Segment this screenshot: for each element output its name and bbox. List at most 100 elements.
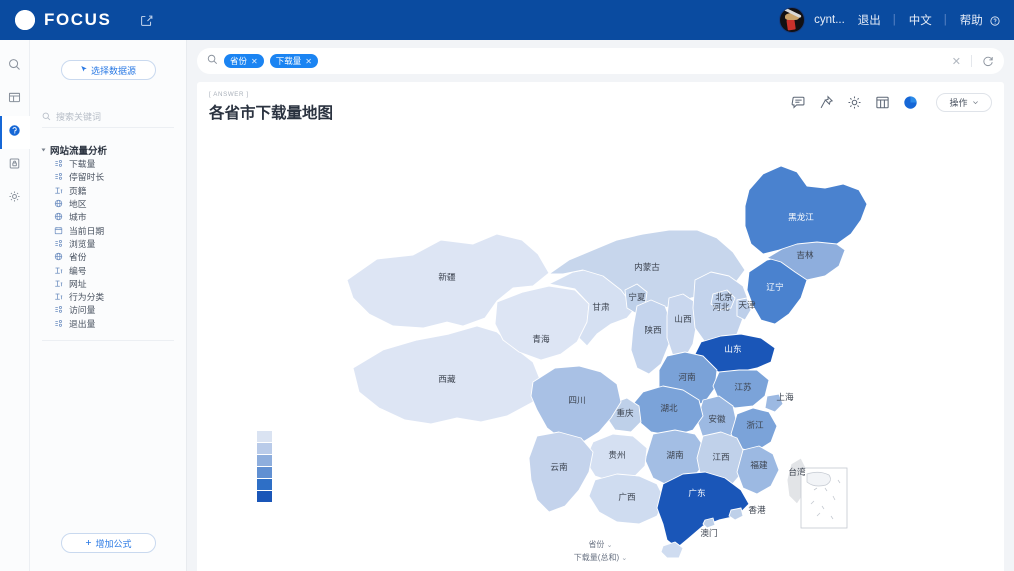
legend-swatch [257, 455, 272, 466]
axis-selectors: 省份 ⌄ 下载量(总和) ⌄ [197, 539, 1004, 565]
sidebar-item-pinboard[interactable] [0, 83, 30, 116]
help-label: 帮助 [959, 14, 983, 27]
field-label: 退出量 [69, 318, 96, 329]
search-bar[interactable]: 省份 ✕ 下载量 ✕ ✕ [197, 48, 1004, 74]
sidebar-item-settings[interactable] [0, 182, 30, 215]
measure-label: 下载量(总和) [573, 553, 620, 562]
region-黑龙江[interactable] [744, 165, 868, 255]
gear-icon[interactable] [847, 95, 862, 110]
operation-button[interactable]: 操作 [936, 93, 992, 112]
card-header: [ ANSWER ] 各省市下载量地图 操作 [197, 82, 1004, 128]
panel-search-row[interactable] [42, 106, 174, 128]
plus-icon [85, 538, 92, 548]
search-token-label: 省份 [230, 56, 248, 66]
dimension-label: 省份 [588, 540, 605, 549]
region-广西[interactable] [588, 473, 666, 525]
region-上海[interactable] [764, 393, 784, 413]
geo-field-icon [54, 199, 63, 208]
field-item[interactable]: 城市 [30, 210, 186, 223]
chevron-down-icon [41, 148, 46, 151]
geo-field-icon [54, 252, 63, 261]
region-四川[interactable] [530, 365, 622, 443]
choose-datasource-button[interactable]: 选择数据源 [60, 60, 156, 80]
sidebar-item-search[interactable] [0, 50, 30, 83]
field-item[interactable]: 网址 [30, 277, 186, 290]
field-item[interactable]: 浏览量 [30, 237, 186, 250]
region-福建[interactable] [736, 445, 780, 495]
search-token[interactable]: 下载量 ✕ [269, 54, 318, 68]
region-香港[interactable] [728, 507, 744, 521]
panel-divider [42, 339, 174, 341]
close-icon[interactable]: ✕ [251, 57, 258, 66]
add-formula-button[interactable]: 增加公式 [61, 533, 156, 553]
refresh-icon[interactable] [982, 55, 994, 67]
comment-icon[interactable] [791, 95, 806, 110]
china-choropleth-map[interactable]: 黑龙江吉林辽宁内蒙古北京天津河北山西山东河南江苏上海安徽浙江湖北湖南 江西福建广东… [197, 128, 1004, 571]
help-link[interactable]: 帮助 [960, 12, 1000, 29]
gear-icon [8, 190, 21, 208]
table-icon[interactable] [875, 95, 890, 110]
field-label: 网址 [69, 278, 87, 289]
field-item[interactable]: 行为分类 [30, 290, 186, 303]
chevron-down-icon [972, 98, 979, 108]
field-label: 浏览量 [69, 238, 96, 249]
divider [971, 55, 972, 67]
search-icon [207, 52, 218, 70]
data-panel: 选择数据源 网站流量分析 下载量停留时长页籍地区城市当前日期浏览量省份编号网址行… [30, 40, 187, 571]
close-icon[interactable]: ✕ [952, 55, 961, 68]
user-name[interactable]: cynt... [814, 14, 845, 26]
pin-icon[interactable] [819, 95, 834, 110]
measure-field-icon [54, 239, 63, 248]
legend-swatch [257, 467, 272, 478]
avatar[interactable] [779, 7, 806, 33]
sidebar-item-data[interactable] [0, 149, 30, 182]
search-token[interactable]: 省份 ✕ [224, 54, 264, 68]
logout-link[interactable]: 退出 [858, 12, 881, 28]
field-group-header[interactable]: 网站流量分析 [30, 142, 186, 157]
legend-swatch [257, 479, 272, 490]
legend-swatch [257, 431, 272, 442]
field-item[interactable]: 退出量 [30, 317, 186, 330]
south-china-sea-inset [800, 467, 848, 529]
sidebar-item-answers[interactable] [0, 116, 30, 149]
field-item[interactable]: 当前日期 [30, 223, 186, 236]
field-item[interactable]: 停留时长 [30, 170, 186, 183]
region-山西[interactable] [666, 293, 698, 359]
measure-selector[interactable]: 下载量(总和) ⌄ [197, 552, 1004, 565]
language-link[interactable]: 中文 [909, 12, 932, 28]
data-lock-icon [8, 157, 21, 175]
focus-logo-icon[interactable] [14, 9, 36, 31]
field-label: 停留时长 [69, 172, 105, 183]
measure-field-icon [54, 159, 63, 168]
main-content: 省份 ✕ 下载量 ✕ ✕ [ ANSWER ] 各省市下载量地图 操作 黑龙江 … [187, 40, 1014, 571]
field-item[interactable]: 页籍 [30, 184, 186, 197]
search-input[interactable] [56, 111, 174, 122]
chevron-down-icon: ⌄ [606, 542, 613, 549]
field-item[interactable]: 省份 [30, 250, 186, 263]
application-window: FOCUS cynt... 退出 | 中文 | 帮助 选择数据源 搜索关键词 网… [0, 0, 1014, 571]
search-icon [42, 108, 51, 126]
field-label: 省份 [69, 252, 87, 263]
attribute-field-icon [54, 279, 63, 288]
field-item[interactable]: 编号 [30, 263, 186, 276]
add-formula-label: 增加公式 [95, 538, 132, 549]
header-separator-2: | [943, 14, 947, 26]
field-item[interactable]: 访问量 [30, 303, 186, 316]
board-icon [8, 91, 21, 109]
card-toolbar: 操作 [791, 93, 992, 112]
date-field-icon [54, 226, 63, 235]
map-visualization: 黑龙江 吉林 辽宁 内蒙古 北京 天津 河北 山西 山东 河南 江苏 上海 安徽 浙江 湖北 湖南 江西 福建 广东… [197, 128, 1004, 571]
pie-chart-icon[interactable] [903, 95, 918, 110]
edit-square-icon[interactable] [140, 14, 153, 27]
field-label: 下载量 [69, 159, 96, 170]
field-item[interactable]: 地区 [30, 197, 186, 210]
cursor-icon [80, 65, 88, 75]
close-icon[interactable]: ✕ [305, 57, 312, 66]
region-云南[interactable] [528, 431, 594, 513]
header-separator-1: | [892, 14, 896, 26]
field-item[interactable]: 下载量 [30, 157, 186, 170]
dimension-selector[interactable]: 省份 ⌄ [197, 539, 1004, 552]
measure-field-icon [54, 172, 63, 181]
region-label: 澳门 [700, 527, 717, 538]
field-tree: 网站流量分析 下载量停留时长 页籍 地区 城市 当前日期浏览量省份 编号网址 行为分类 访问量… [30, 142, 186, 330]
